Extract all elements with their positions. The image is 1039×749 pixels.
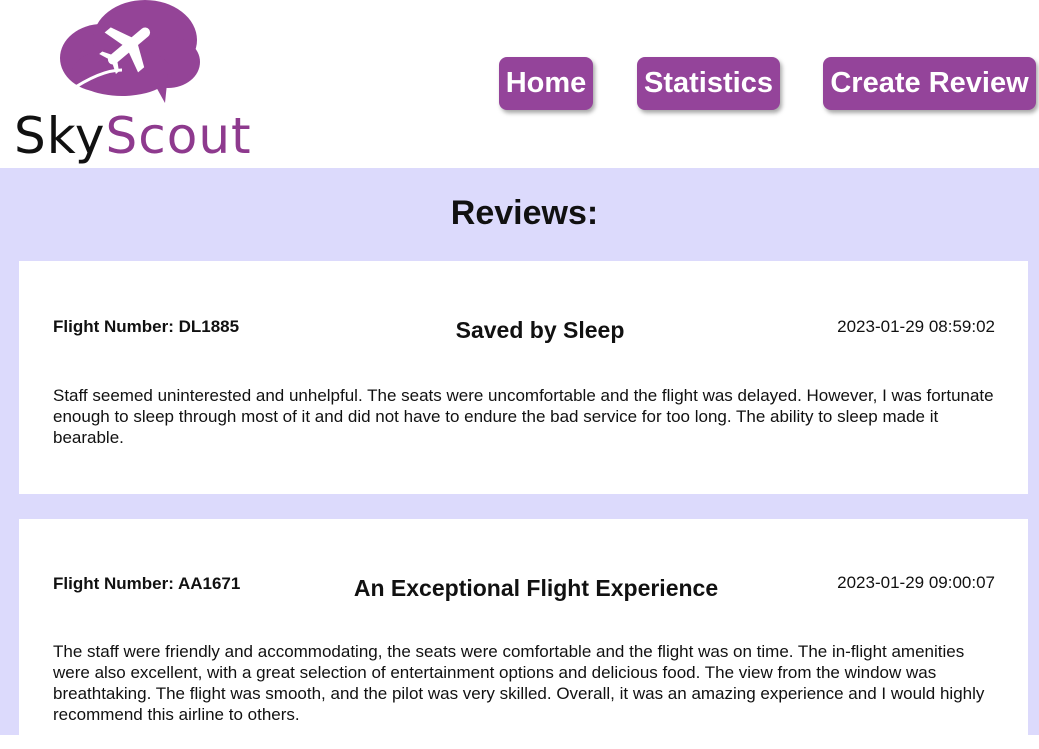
- home-button[interactable]: Home: [499, 57, 593, 110]
- review-date: 2023-01-29 09:00:07: [837, 573, 995, 592]
- create-review-button[interactable]: Create Review: [823, 57, 1036, 110]
- brand-name: SkyScout: [14, 106, 252, 166]
- reviews-section: Reviews: Flight Number: DL1885 Saved by …: [0, 168, 1039, 749]
- airplane-cloud-icon: [60, 0, 200, 103]
- review-body: Staff seemed uninterested and unhelpful.…: [53, 386, 994, 447]
- site-header: SkyScout Home Statistics Create Review: [0, 0, 1039, 168]
- review-date: 2023-01-29 08:59:02: [837, 317, 995, 336]
- review-body: The staff were friendly and accommodatin…: [53, 642, 985, 724]
- brand-name-scout: Scout: [105, 107, 252, 165]
- review-card: Flight Number: DL1885 Saved by Sleep 202…: [19, 261, 1028, 494]
- statistics-button[interactable]: Statistics: [637, 57, 780, 110]
- brand-name-sky: Sky: [14, 107, 106, 165]
- review-card: Flight Number: AA1671 An Exceptional Fli…: [19, 519, 1028, 749]
- page-title: Reviews:: [450, 194, 599, 232]
- skyscout-logo[interactable]: SkyScout: [8, 0, 258, 168]
